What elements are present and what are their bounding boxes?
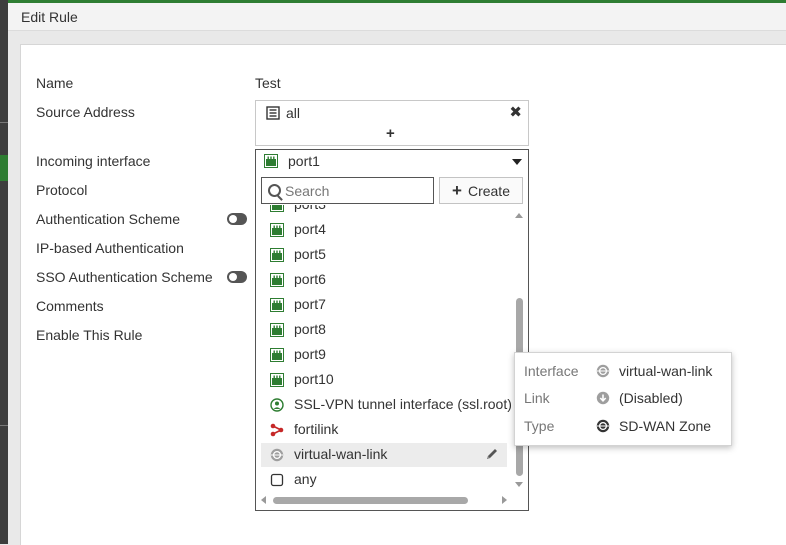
edit-pencil-icon[interactable] <box>485 447 499 461</box>
interface-tooltip: Interface virtual-wan-link Link (Disable… <box>514 352 732 446</box>
list-item-label: port3 <box>294 205 326 212</box>
list-item-label: any <box>294 471 317 487</box>
incoming-interface-label: Incoming interface <box>36 153 151 169</box>
horizontal-scrollbar-thumb[interactable] <box>273 497 468 504</box>
list-item-port5[interactable]: port5 <box>261 243 507 267</box>
port-icon <box>270 205 284 212</box>
ip-based-auth-label: IP-based Authentication <box>36 240 184 256</box>
tooltip-type-key: Type <box>524 418 555 434</box>
scroll-up-arrow-icon[interactable] <box>515 213 523 218</box>
enable-rule-label: Enable This Rule <box>36 327 143 343</box>
tooltip-type-value: SD-WAN Zone <box>619 418 712 434</box>
scroll-down-arrow-icon[interactable] <box>515 482 523 487</box>
link-down-icon <box>596 391 610 405</box>
sso-auth-scheme-label: SSO Authentication Scheme <box>36 269 213 285</box>
authentication-scheme-toggle[interactable] <box>227 213 247 225</box>
list-item-label: port7 <box>294 296 326 312</box>
sdwan-icon <box>270 448 284 462</box>
plus-icon: + <box>452 180 462 200</box>
source-address-entry-label: all <box>286 105 301 121</box>
tooltip-interface-key: Interface <box>524 363 579 379</box>
interface-list: port3 port4 port5 port6 port7 port8 port… <box>261 205 511 491</box>
left-nav-active <box>0 155 8 181</box>
tooltip-interface-value: virtual-wan-link <box>619 363 713 379</box>
list-item-any[interactable]: any <box>261 468 507 491</box>
sdwan-zone-icon <box>596 419 610 433</box>
list-item-label: virtual-wan-link <box>294 446 388 462</box>
search-placeholder: Search <box>285 183 330 199</box>
dialog-title: Edit Rule <box>21 9 78 25</box>
sso-auth-scheme-toggle[interactable] <box>227 271 247 283</box>
list-item-port4[interactable]: port4 <box>261 218 507 242</box>
add-entry-icon[interactable]: + <box>386 125 395 142</box>
left-nav-strip <box>0 0 8 544</box>
list-item-label: SSL-VPN tunnel interface (ssl.root) <box>294 396 511 412</box>
address-object-icon <box>266 106 280 120</box>
list-item-port6[interactable]: port6 <box>261 268 507 292</box>
caret-down-icon[interactable] <box>512 159 522 165</box>
scroll-left-arrow-icon[interactable] <box>261 496 266 504</box>
source-address-entry[interactable]: all <box>266 105 300 121</box>
port-icon <box>270 248 284 262</box>
fortilink-icon <box>270 423 284 437</box>
comments-label: Comments <box>36 298 104 314</box>
dialog-titlebar: Edit Rule <box>8 3 786 31</box>
list-item-label: port8 <box>294 321 326 337</box>
port-icon <box>270 373 284 387</box>
remove-entry-icon[interactable]: ✖ <box>509 103 522 121</box>
list-item-label: port4 <box>294 221 326 237</box>
list-item-label: fortilink <box>294 421 339 437</box>
list-item-label: port9 <box>294 346 326 362</box>
port-icon <box>264 154 278 168</box>
protocol-label: Protocol <box>36 182 88 198</box>
search-icon <box>268 184 281 197</box>
incoming-interface-dropdown[interactable]: port1 Search + Create port3 port4 port5 … <box>255 149 529 511</box>
any-icon <box>270 473 284 487</box>
create-button-label: Create <box>467 182 510 199</box>
source-address-field[interactable]: all ✖ + <box>255 100 529 146</box>
source-address-label: Source Address <box>36 104 135 120</box>
list-item-port3[interactable]: port3 <box>261 205 507 217</box>
tooltip-link-key: Link <box>524 390 550 406</box>
list-item-port10[interactable]: port10 <box>261 368 507 392</box>
list-item-label: port10 <box>294 371 334 387</box>
port-icon <box>270 348 284 362</box>
sdwan-icon <box>596 364 610 378</box>
create-button[interactable]: + Create <box>439 177 523 204</box>
list-item-label: port5 <box>294 246 326 262</box>
port-icon <box>270 298 284 312</box>
authentication-scheme-label: Authentication Scheme <box>36 211 180 227</box>
scroll-right-arrow-icon[interactable] <box>502 496 507 504</box>
port-icon <box>270 273 284 287</box>
list-item-label: port6 <box>294 271 326 287</box>
list-item-port7[interactable]: port7 <box>261 293 507 317</box>
search-input[interactable]: Search <box>261 177 434 204</box>
dropdown-selected-label: port1 <box>288 153 320 169</box>
list-item-port9[interactable]: port9 <box>261 343 507 367</box>
tooltip-link-value: (Disabled) <box>619 390 683 406</box>
list-item-virtual-wan-link[interactable]: virtual-wan-link <box>261 443 507 467</box>
dropdown-selected[interactable]: port1 <box>264 153 320 169</box>
port-icon <box>270 223 284 237</box>
list-item-fortilink[interactable]: fortilink <box>261 418 507 442</box>
name-value[interactable]: Test <box>255 75 281 91</box>
list-item-port8[interactable]: port8 <box>261 318 507 342</box>
port-icon <box>270 323 284 337</box>
name-label: Name <box>36 75 74 91</box>
list-item-ssl-vpn[interactable]: SSL-VPN tunnel interface (ssl.root) <box>261 393 511 417</box>
ssl-vpn-icon <box>270 398 284 412</box>
